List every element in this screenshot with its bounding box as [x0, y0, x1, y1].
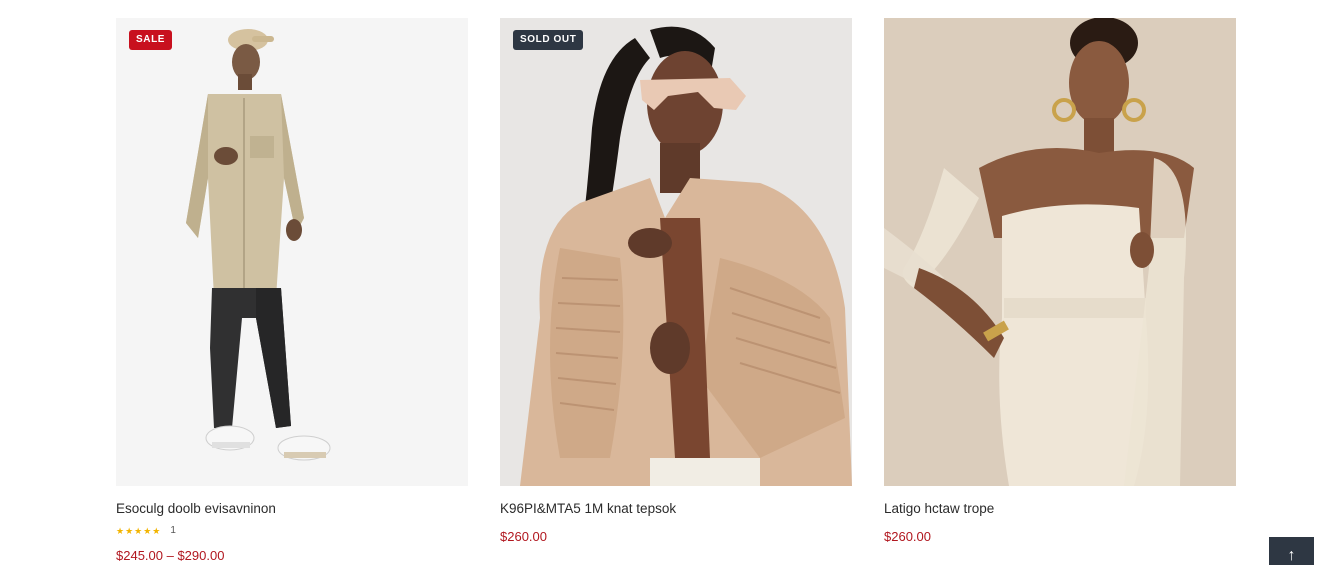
product-price: $260.00 — [884, 529, 931, 544]
product-grid: SALE Esoculg doolb evisavninon ★★★★★ 1 $… — [116, 18, 1236, 565]
arrow-up-icon: ↑ — [1287, 547, 1296, 564]
product-price: $245.00 – $290.00 — [116, 548, 225, 563]
product-title[interactable]: Latigo hctaw trope — [884, 500, 1236, 518]
product-photo-man-beige-shirt — [116, 18, 468, 486]
product-image-link[interactable] — [884, 18, 1236, 486]
product-image-link[interactable]: SOLD OUT — [500, 18, 852, 486]
sale-badge: SALE — [129, 30, 173, 50]
review-count: 1 — [170, 525, 176, 536]
product-title[interactable]: K96PI&MTA5 1M knat tepsok — [500, 500, 852, 518]
product-rating: ★★★★★ 1 — [116, 524, 468, 538]
product-photo-woman-beige-jacket — [500, 18, 852, 486]
product-card: SALE Esoculg doolb evisavninon ★★★★★ 1 $… — [116, 18, 468, 565]
product-card: Latigo hctaw trope $260.00 — [884, 18, 1236, 546]
sold-out-badge: SOLD OUT — [513, 30, 584, 50]
product-image-link[interactable]: SALE — [116, 18, 468, 486]
star-rating-icon: ★★★★★ — [116, 526, 162, 536]
product-price: $260.00 — [500, 529, 547, 544]
scroll-to-top-button[interactable]: ↑ — [1269, 537, 1314, 565]
product-title[interactable]: Esoculg doolb evisavninon — [116, 500, 468, 518]
product-photo-woman-cream-dress — [884, 18, 1236, 486]
product-card: SOLD OUT K96PI&MTA5 1M knat tepsok $260.… — [500, 18, 852, 546]
